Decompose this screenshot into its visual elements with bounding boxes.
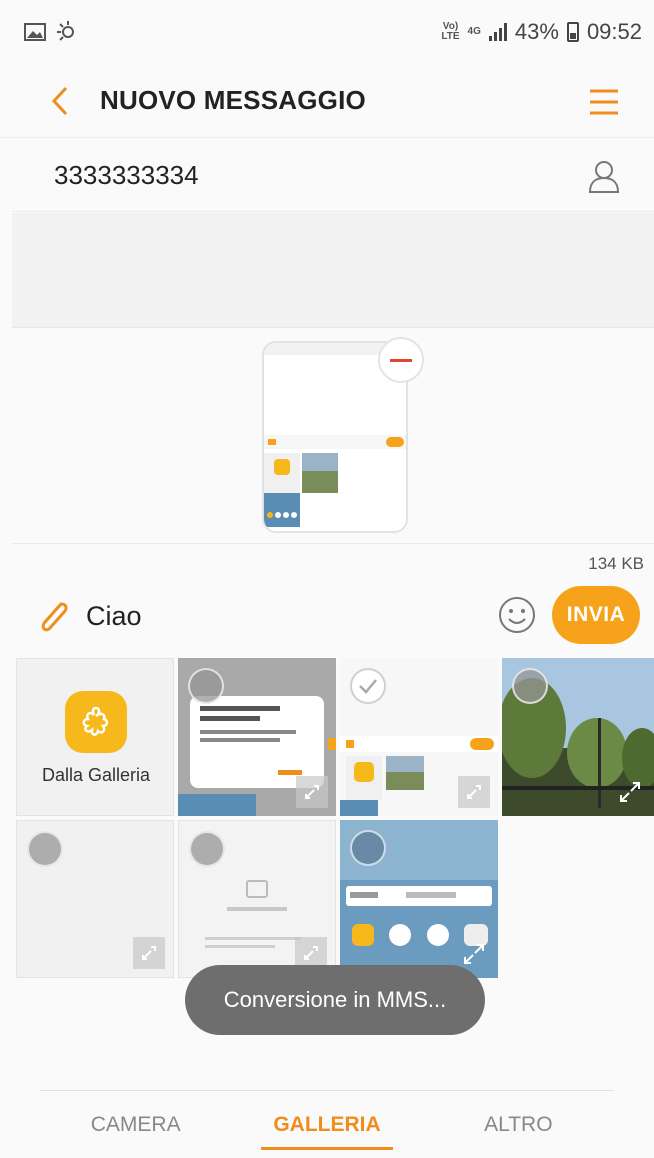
sync-icon [57, 21, 74, 41]
expand-preview-button[interactable] [458, 938, 490, 970]
gallery-image-tile[interactable] [340, 658, 498, 816]
battery-icon [566, 22, 579, 42]
minus-icon [390, 358, 412, 362]
select-checkbox-checked[interactable] [350, 668, 386, 704]
expand-arrows-icon [142, 946, 156, 960]
volte-indicator: Vo) LTE [441, 22, 459, 42]
tab-galleria[interactable]: GALLERIA [231, 1091, 422, 1158]
expand-preview-button[interactable] [458, 776, 490, 808]
send-button[interactable]: INVIA [552, 586, 640, 644]
message-body-area[interactable] [12, 213, 654, 328]
volte-bottom: LTE [441, 31, 460, 42]
select-checkbox[interactable] [188, 668, 224, 704]
chevron-left-icon [51, 86, 68, 115]
select-checkbox[interactable] [512, 668, 548, 704]
expand-preview-button[interactable] [133, 937, 165, 969]
gallery-image-tile[interactable] [502, 658, 654, 816]
contact-person-icon [588, 161, 620, 193]
remove-attachment-button[interactable] [378, 337, 424, 383]
flower-icon [82, 706, 109, 736]
expand-arrows-icon [620, 782, 640, 802]
paperclip-icon [41, 602, 68, 632]
gallery-image-tile[interactable] [178, 820, 336, 978]
image-notification-icon [24, 23, 46, 41]
select-checkbox[interactable] [350, 830, 386, 866]
compose-row: Ciao INVIA [12, 580, 654, 652]
attachment-preview-area [12, 329, 654, 544]
menu-button[interactable] [584, 82, 624, 122]
status-left [24, 20, 80, 44]
contact-picker-button[interactable] [584, 156, 624, 196]
emoji-button[interactable] [496, 594, 538, 636]
message-input[interactable]: Ciao [86, 601, 142, 632]
page-title: NUOVO MESSAGGIO [100, 85, 366, 115]
tab-camera[interactable]: CAMERA [40, 1091, 231, 1158]
expand-arrows-icon [305, 785, 319, 799]
gallery-image-tile[interactable] [178, 658, 336, 816]
status-bar: Vo) LTE 4G 43% 09:52 [0, 0, 654, 64]
open-gallery-tile[interactable]: Dalla Galleria [16, 658, 174, 816]
gallery-app-icon [65, 691, 127, 753]
recipient-field[interactable]: 3333333334 [12, 140, 654, 212]
toast-message: Conversione in MMS... [185, 965, 485, 1035]
gallery-grid: Dalla Galleria [16, 658, 654, 978]
data-indicator: 4G [467, 26, 481, 37]
select-checkbox[interactable] [189, 831, 225, 867]
signal-icon [488, 23, 507, 41]
expand-preview-button[interactable] [614, 776, 646, 808]
attach-button[interactable] [30, 593, 76, 639]
recipient-number[interactable]: 3333333334 [54, 160, 199, 191]
clock: 09:52 [586, 19, 642, 44]
from-gallery-label: Dalla Galleria [41, 765, 151, 785]
expand-preview-button[interactable] [296, 776, 328, 808]
app-header: NUOVO MESSAGGIO [0, 64, 654, 138]
message-size: 134 KB [588, 554, 644, 573]
bottom-tab-bar: CAMERA GALLERIA ALTRO [40, 1090, 614, 1158]
gallery-image-tile[interactable] [340, 820, 498, 978]
smiley-icon [499, 597, 535, 633]
back-button[interactable] [30, 64, 90, 138]
hamburger-menu-icon [590, 89, 618, 115]
expand-arrows-icon [467, 785, 481, 799]
gallery-image-tile[interactable] [16, 820, 174, 978]
select-checkbox[interactable] [27, 831, 63, 867]
expand-arrows-icon [464, 944, 484, 964]
battery-percent: 43% [514, 19, 559, 44]
expand-arrows-icon [304, 946, 318, 960]
checkmark-icon [359, 679, 377, 694]
status-right: Vo) LTE 4G 43% 09:52 [441, 19, 642, 45]
tab-altro[interactable]: ALTRO [423, 1091, 614, 1158]
